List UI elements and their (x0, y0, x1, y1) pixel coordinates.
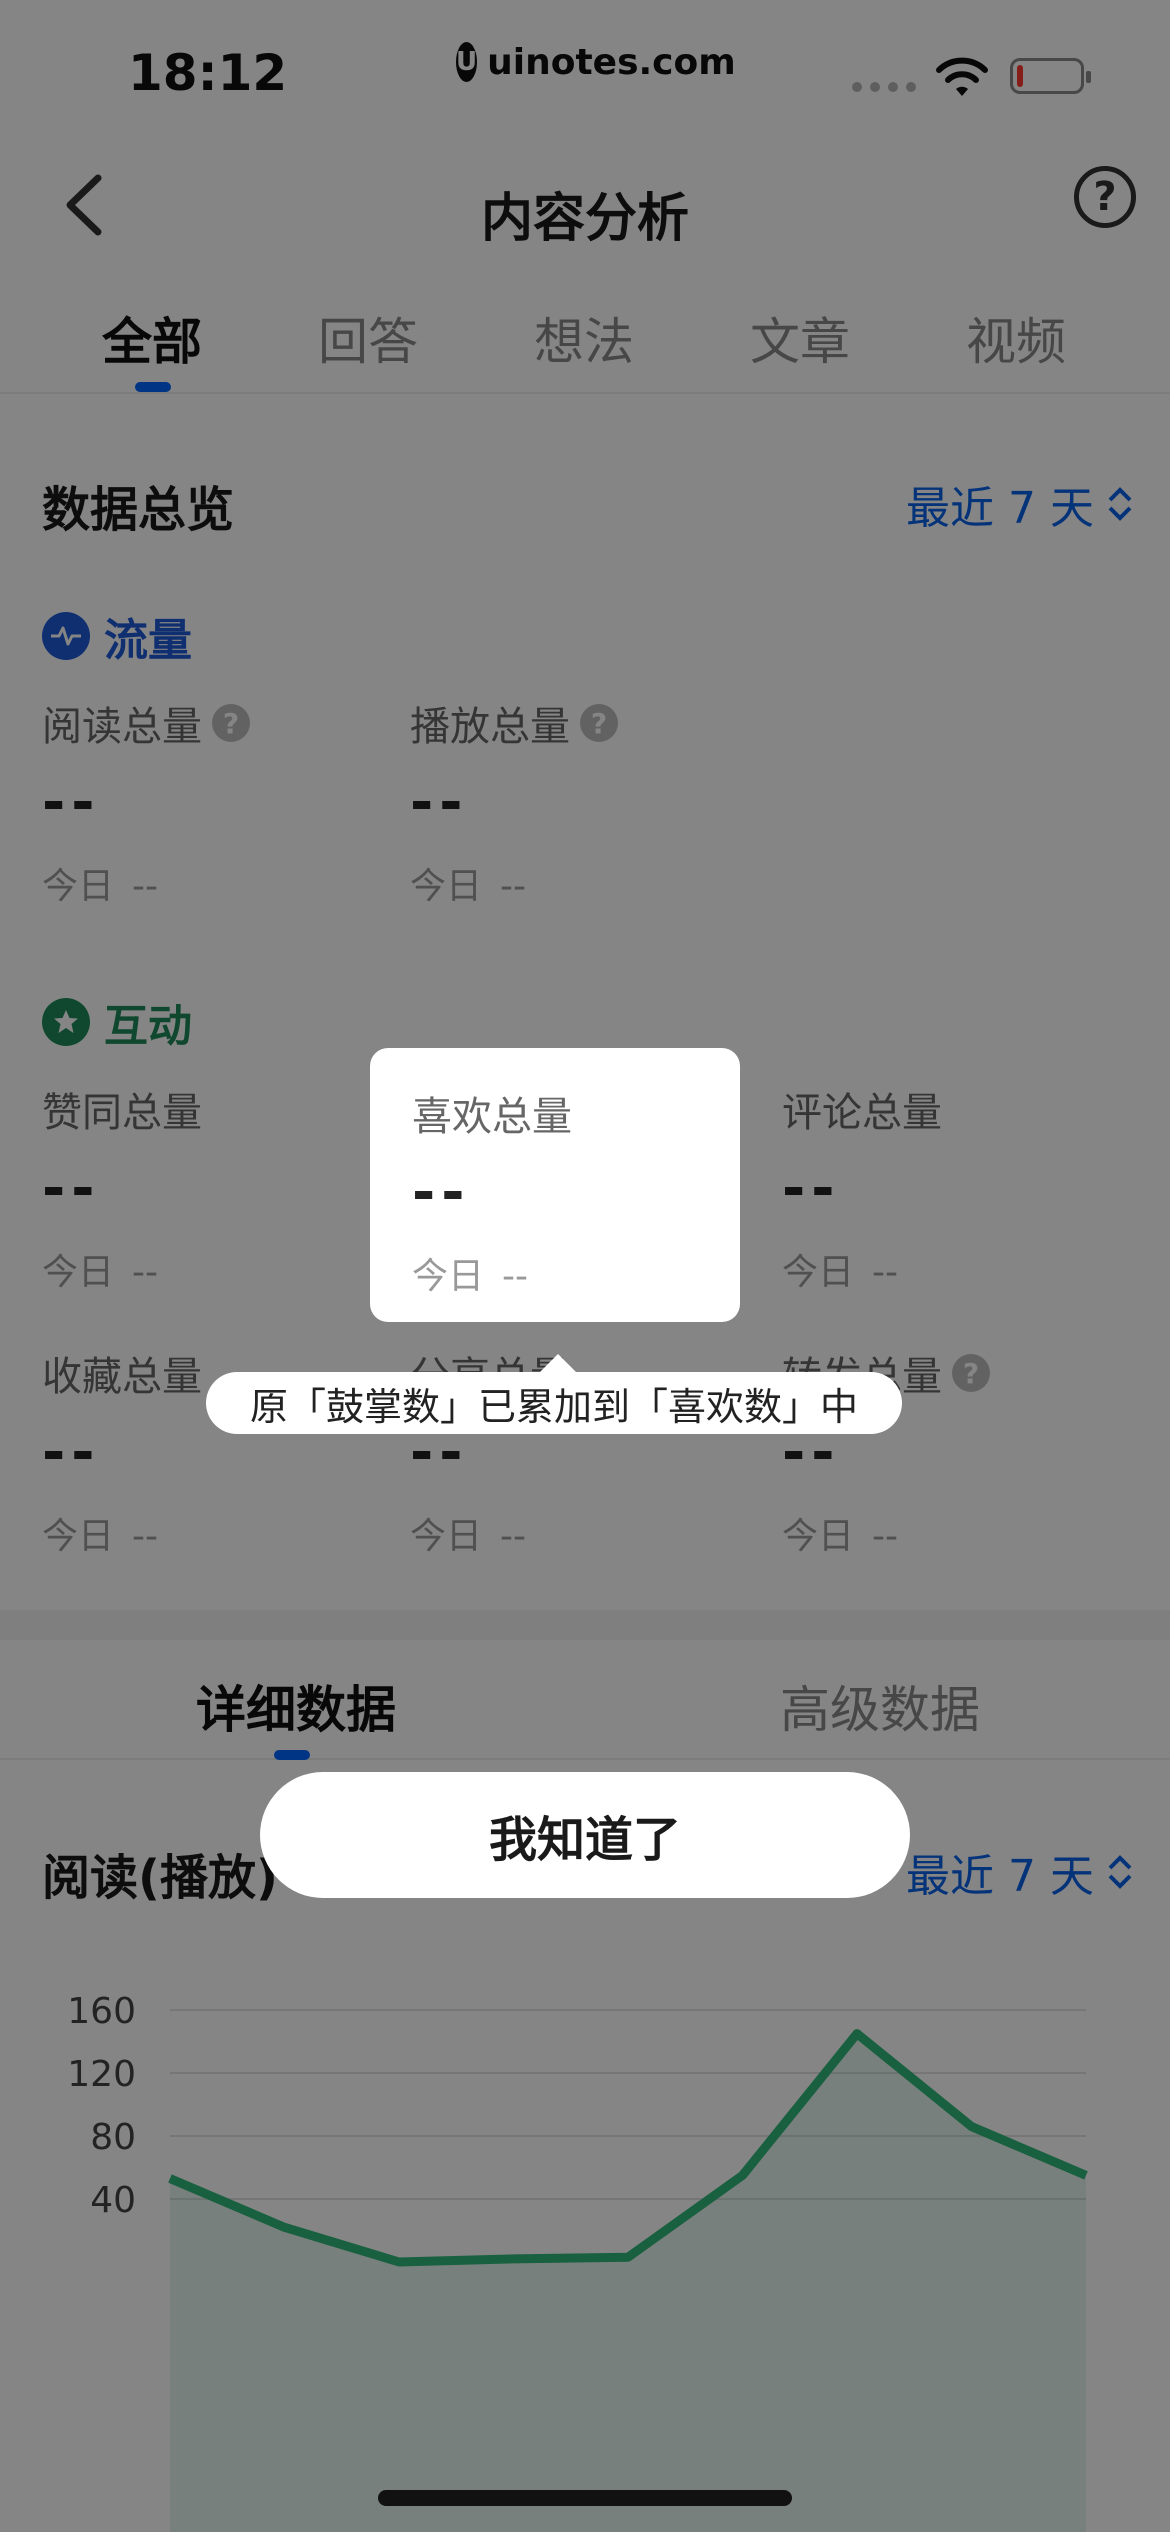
guide-tooltip: 原「鼓掌数」已累加到「喜欢数」中 (206, 1372, 902, 1434)
metric-today-label: 今日 (412, 1256, 485, 1297)
home-indicator (378, 2490, 792, 2506)
metric-label: 喜欢总量 (412, 1094, 572, 1140)
metric-value: -- (412, 1160, 471, 1225)
metric-likes-highlight: 喜欢总量 -- 今日 -- (370, 1048, 740, 1322)
got-it-button[interactable]: 我知道了 (260, 1772, 910, 1898)
content-analysis-page: 18:12 U uinotes.com 内容分析 ? 全部 回答 想法 文章 视… (0, 0, 1170, 2532)
tooltip-arrow (538, 1354, 578, 1374)
metric-today-value: -- (502, 1256, 528, 1297)
